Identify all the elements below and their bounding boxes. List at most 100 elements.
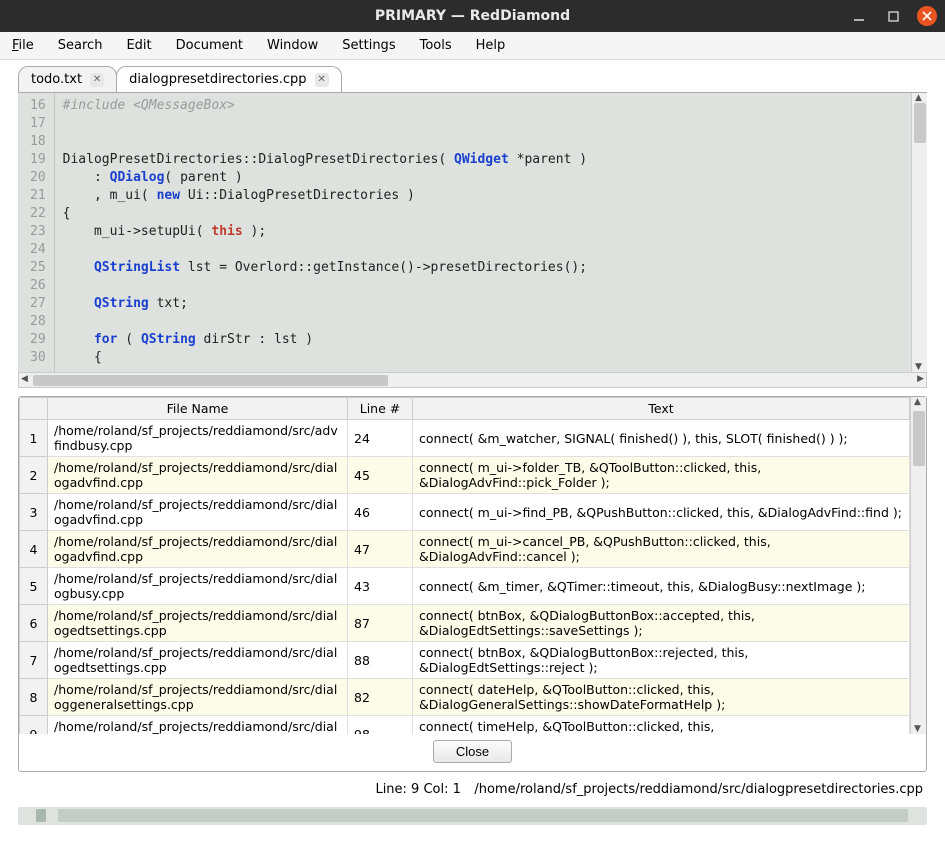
cell-line: 47 bbox=[348, 531, 413, 568]
row-number: 6 bbox=[20, 605, 48, 642]
cell-text: connect( m_ui->find_PB, &QPushButton::cl… bbox=[413, 494, 910, 531]
titlebar: PRIMARY — RedDiamond bbox=[0, 0, 945, 32]
code-container[interactable]: 161718192021222324252627282930 #include … bbox=[18, 93, 911, 372]
cell-filename: /home/roland/sf_projects/reddiamond/src/… bbox=[48, 494, 348, 531]
cell-filename: /home/roland/sf_projects/reddiamond/src/… bbox=[48, 642, 348, 679]
scroll-down-arrow-icon[interactable]: ▼ bbox=[915, 362, 922, 372]
cell-text: connect( &m_timer, &QTimer::timeout, thi… bbox=[413, 568, 910, 605]
results-header-row: File Name Line # Text bbox=[20, 398, 910, 420]
scroll-up-arrow-icon[interactable]: ▲ bbox=[914, 397, 921, 407]
maximize-button[interactable] bbox=[883, 6, 903, 26]
table-row[interactable]: 8/home/roland/sf_projects/reddiamond/src… bbox=[20, 679, 910, 716]
row-number: 5 bbox=[20, 568, 48, 605]
code-editor[interactable]: 161718192021222324252627282930 #include … bbox=[18, 92, 927, 372]
menubar: File Search Edit Document Window Setting… bbox=[0, 32, 945, 60]
linenum-header[interactable]: Line # bbox=[348, 398, 413, 420]
scrollbar-thumb[interactable] bbox=[33, 375, 388, 386]
titlebar-controls bbox=[849, 6, 937, 26]
tab-label: dialogpresetdirectories.cpp bbox=[129, 72, 306, 87]
scroll-left-arrow-icon[interactable]: ◀ bbox=[21, 374, 28, 384]
cell-filename: /home/roland/sf_projects/reddiamond/src/… bbox=[48, 531, 348, 568]
status-spacer bbox=[22, 782, 362, 797]
menu-settings[interactable]: Settings bbox=[338, 36, 399, 55]
cell-text: connect( btnBox, &QDialogButtonBox::acce… bbox=[413, 605, 910, 642]
row-number: 2 bbox=[20, 457, 48, 494]
row-number: 7 bbox=[20, 642, 48, 679]
close-button[interactable]: Close bbox=[433, 740, 512, 763]
cell-text: connect( m_ui->folder_TB, &QToolButton::… bbox=[413, 457, 910, 494]
editor-vertical-scrollbar[interactable]: ▲ ▼ bbox=[911, 93, 927, 372]
menu-window[interactable]: Window bbox=[263, 36, 322, 55]
table-row[interactable]: 4/home/roland/sf_projects/reddiamond/src… bbox=[20, 531, 910, 568]
menu-document[interactable]: Document bbox=[172, 36, 247, 55]
tab-todo[interactable]: todo.txt ✕ bbox=[18, 66, 117, 92]
row-number: 9 bbox=[20, 716, 48, 735]
scrollbar-thumb[interactable] bbox=[913, 411, 925, 466]
table-row[interactable]: 9/home/roland/sf_projects/reddiamond/src… bbox=[20, 716, 910, 735]
editor-horizontal-scrollbar[interactable]: ◀ ▶ bbox=[18, 372, 927, 388]
line-number-gutter: 161718192021222324252627282930 bbox=[18, 93, 55, 372]
table-row[interactable]: 1/home/roland/sf_projects/reddiamond/src… bbox=[20, 420, 910, 457]
row-number: 1 bbox=[20, 420, 48, 457]
cell-line: 98 bbox=[348, 716, 413, 735]
table-row[interactable]: 3/home/roland/sf_projects/reddiamond/src… bbox=[20, 494, 910, 531]
table-row[interactable]: 2/home/roland/sf_projects/reddiamond/src… bbox=[20, 457, 910, 494]
tab-close-icon[interactable]: ✕ bbox=[90, 73, 104, 87]
cell-filename: /home/roland/sf_projects/reddiamond/src/… bbox=[48, 679, 348, 716]
cell-line: 24 bbox=[348, 420, 413, 457]
filename-header[interactable]: File Name bbox=[48, 398, 348, 420]
bottom-horizontal-scrollbar[interactable] bbox=[18, 807, 927, 825]
code-lines[interactable]: #include <QMessageBox> DialogPresetDirec… bbox=[55, 93, 595, 372]
cell-filename: /home/roland/sf_projects/reddiamond/src/… bbox=[48, 457, 348, 494]
results-table-wrap: File Name Line # Text 1/home/roland/sf_p… bbox=[19, 397, 926, 734]
row-number: 3 bbox=[20, 494, 48, 531]
tabbar: todo.txt ✕ dialogpresetdirectories.cpp ✕ bbox=[0, 60, 945, 92]
cell-filename: /home/roland/sf_projects/reddiamond/src/… bbox=[48, 420, 348, 457]
cell-text: connect( btnBox, &QDialogButtonBox::reje… bbox=[413, 642, 910, 679]
menu-tools[interactable]: Tools bbox=[416, 36, 456, 55]
scrollbar-thumb[interactable] bbox=[914, 103, 926, 143]
statusbar: Line: 9 Col: 1 /home/roland/sf_projects/… bbox=[18, 778, 927, 801]
close-window-button[interactable] bbox=[917, 6, 937, 26]
table-row[interactable]: 7/home/roland/sf_projects/reddiamond/src… bbox=[20, 642, 910, 679]
tab-close-icon[interactable]: ✕ bbox=[315, 73, 329, 87]
cell-line: 87 bbox=[348, 605, 413, 642]
row-number: 4 bbox=[20, 531, 48, 568]
cell-filename: /home/roland/sf_projects/reddiamond/src/… bbox=[48, 605, 348, 642]
cell-text: connect( timeHelp, &QToolButton::clicked… bbox=[413, 716, 910, 735]
scroll-down-arrow-icon[interactable]: ▼ bbox=[914, 724, 921, 734]
row-number: 8 bbox=[20, 679, 48, 716]
scrollbar-handle[interactable] bbox=[36, 809, 46, 822]
cell-text: connect( m_ui->cancel_PB, &QPushButton::… bbox=[413, 531, 910, 568]
table-row[interactable]: 5/home/roland/sf_projects/reddiamond/src… bbox=[20, 568, 910, 605]
tab-label: todo.txt bbox=[31, 72, 82, 87]
window-title: PRIMARY — RedDiamond bbox=[375, 8, 570, 24]
cell-filename: /home/roland/sf_projects/reddiamond/src/… bbox=[48, 568, 348, 605]
menu-file[interactable]: File bbox=[8, 36, 38, 55]
cell-text: connect( &m_watcher, SIGNAL( finished() … bbox=[413, 420, 910, 457]
rownum-header[interactable] bbox=[20, 398, 48, 420]
results-vertical-scrollbar[interactable]: ▲ ▼ bbox=[910, 397, 926, 734]
menu-search[interactable]: Search bbox=[54, 36, 107, 55]
search-results-panel: File Name Line # Text 1/home/roland/sf_p… bbox=[18, 396, 927, 772]
app-window: PRIMARY — RedDiamond File Search Edit Do… bbox=[0, 0, 945, 841]
menu-edit[interactable]: Edit bbox=[122, 36, 155, 55]
scroll-up-arrow-icon[interactable]: ▲ bbox=[915, 93, 922, 103]
cell-line: 45 bbox=[348, 457, 413, 494]
table-row[interactable]: 6/home/roland/sf_projects/reddiamond/src… bbox=[20, 605, 910, 642]
minimize-button[interactable] bbox=[849, 6, 869, 26]
results-table[interactable]: File Name Line # Text 1/home/roland/sf_p… bbox=[19, 397, 910, 734]
cell-line: 43 bbox=[348, 568, 413, 605]
cell-line: 88 bbox=[348, 642, 413, 679]
scroll-right-arrow-icon[interactable]: ▶ bbox=[917, 374, 924, 384]
text-header[interactable]: Text bbox=[413, 398, 910, 420]
cell-text: connect( dateHelp, &QToolButton::clicked… bbox=[413, 679, 910, 716]
cell-line: 46 bbox=[348, 494, 413, 531]
menu-help[interactable]: Help bbox=[472, 36, 510, 55]
scrollbar-thumb[interactable] bbox=[58, 809, 908, 822]
tab-dialogpresetdirectories[interactable]: dialogpresetdirectories.cpp ✕ bbox=[116, 66, 341, 92]
cursor-position: Line: 9 Col: 1 bbox=[375, 782, 460, 797]
close-button-row: Close bbox=[19, 734, 926, 771]
cell-line: 82 bbox=[348, 679, 413, 716]
file-path: /home/roland/sf_projects/reddiamond/src/… bbox=[474, 782, 923, 797]
